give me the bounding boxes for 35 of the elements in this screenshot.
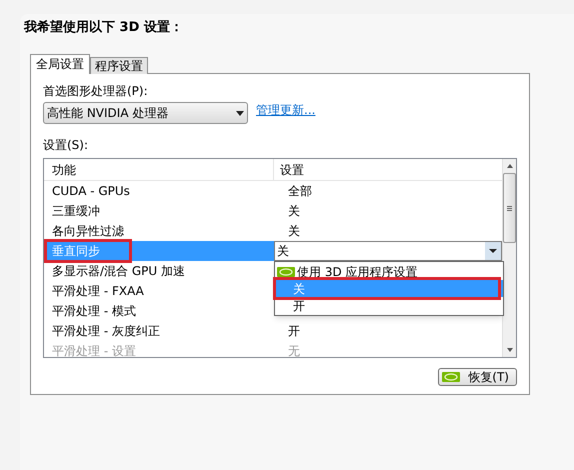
column-header[interactable]: 设置 <box>274 159 502 180</box>
caret-icon <box>236 110 244 116</box>
settings-row[interactable]: 平滑处理 - 灰度纠正 开 <box>44 321 502 341</box>
tab[interactable]: 全局设置 <box>30 54 90 74</box>
feature-name: CUDA - GPUs <box>52 183 130 200</box>
option-item[interactable]: 开 <box>275 297 503 314</box>
manage-updates-link[interactable]: 管理更新... <box>256 101 316 119</box>
scroll-thumb[interactable] <box>503 173 516 243</box>
feature-name: 各向异性过滤 <box>52 223 124 240</box>
setting-value: 全部 <box>287 183 312 200</box>
settings-row[interactable]: 各向异性过滤 关 <box>44 221 502 241</box>
field-label: 首选图形处理器(P): <box>43 83 149 100</box>
setting-value: 关 <box>287 223 300 240</box>
setting-value: 开 <box>287 323 300 340</box>
grip-icon <box>507 206 512 210</box>
tab[interactable]: 程序设置 <box>90 57 148 74</box>
settings-row[interactable]: 三重缓冲 关 <box>44 201 502 221</box>
setting-combo[interactable]: 关 <box>274 241 502 261</box>
restore-button[interactable]: 恢复(T) <box>438 368 517 386</box>
eye-logo-icon <box>442 372 460 382</box>
section-heading: 我希望使用以下 3D 设置： <box>24 18 184 37</box>
eye-logo-icon <box>277 266 295 276</box>
feature-name: 三重缓冲 <box>52 203 100 220</box>
settings-row[interactable]: 垂直同步 关 <box>44 241 502 261</box>
feature-name: 平滑处理 - 设置 <box>52 343 136 360</box>
setting-value: 无 <box>287 343 300 360</box>
processor-dropdown[interactable]: 高性能 NVIDIA 处理器 <box>43 102 248 124</box>
scrollbar[interactable] <box>502 159 516 357</box>
setting-value: 关 <box>287 203 300 220</box>
field-label: 设置(S): <box>43 137 90 154</box>
column-header[interactable]: 功能 <box>44 159 274 180</box>
feature-name: 平滑处理 - 灰度纠正 <box>52 323 160 340</box>
caret-icon <box>485 242 501 260</box>
settings-row[interactable]: CUDA - GPUs 全部 <box>44 181 502 201</box>
feature-name: 垂直同步 <box>52 243 100 260</box>
